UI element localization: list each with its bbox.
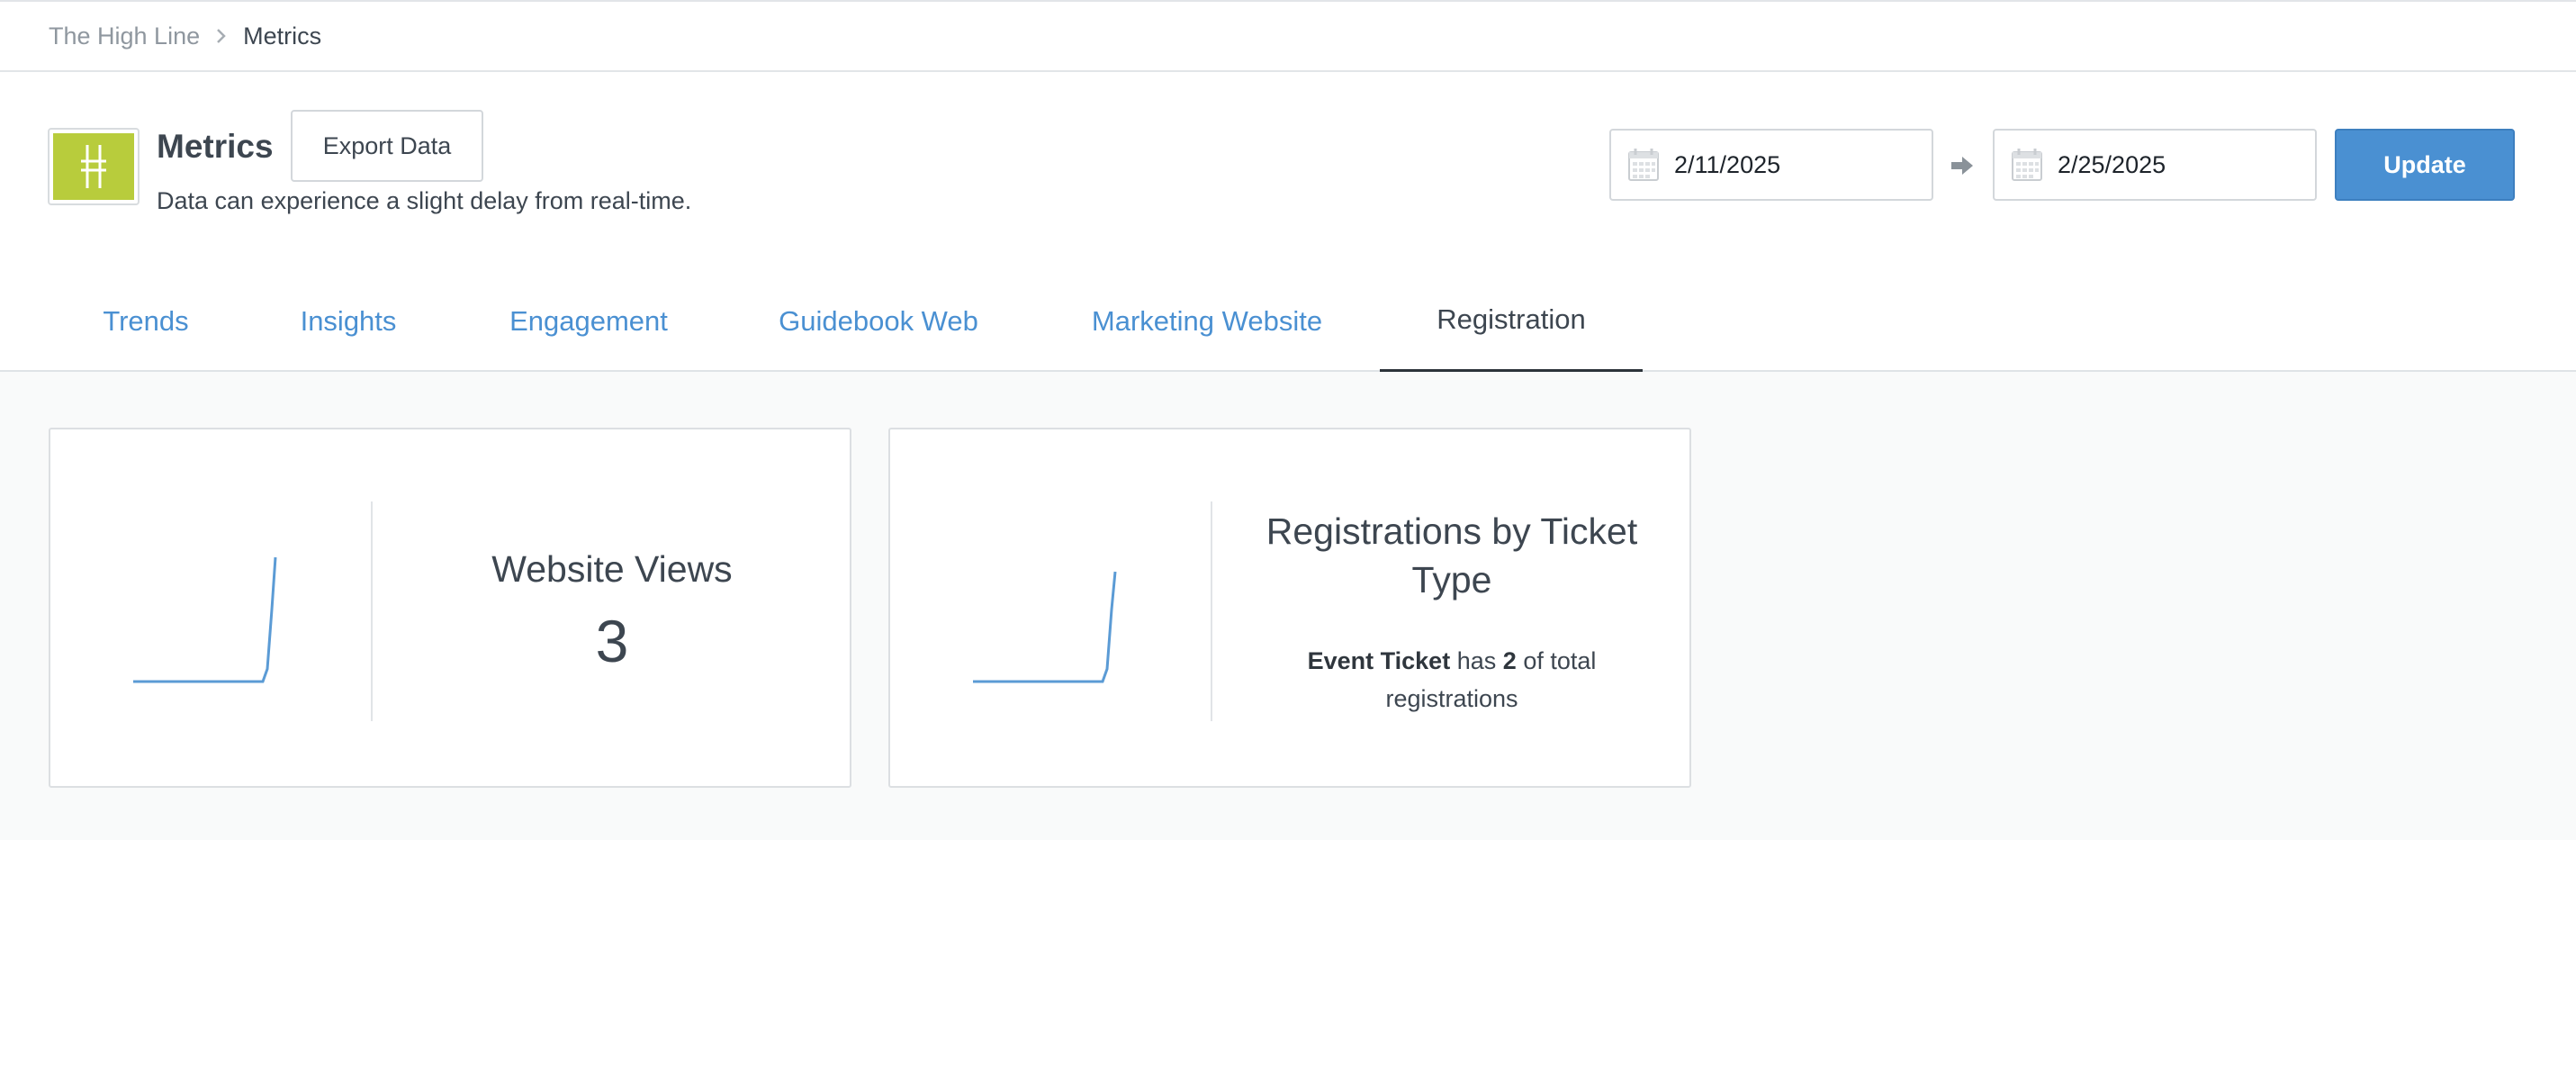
website-views-title: Website Views	[491, 548, 733, 590]
website-views-card: Website Views 3	[49, 428, 851, 788]
start-date-field[interactable]	[1609, 129, 1933, 201]
metrics-content: Website Views 3 Registrations by Ticket …	[0, 372, 2576, 840]
update-button[interactable]: Update	[2335, 129, 2515, 201]
has-text: has	[1456, 647, 1497, 674]
website-views-sparkline	[133, 556, 277, 683]
registrations-description: Event Ticket has 2 of total registration…	[1263, 642, 1641, 718]
tab-marketing-website[interactable]: Marketing Website	[1062, 270, 1352, 372]
metrics-tabs: Trends Insights Engagement Guidebook Web…	[0, 270, 2576, 372]
end-date-input[interactable]	[2058, 150, 2283, 179]
page-title: Metrics	[157, 128, 274, 165]
registrations-info: Registrations by Ticket Type Event Ticke…	[1212, 429, 1691, 790]
breadcrumb: The High Line Metrics	[0, 0, 2576, 72]
chevron-right-icon	[216, 28, 227, 44]
tab-guidebook-web[interactable]: Guidebook Web	[751, 270, 1006, 372]
tab-engagement[interactable]: Engagement	[481, 270, 697, 372]
tab-registration[interactable]: Registration	[1380, 270, 1643, 372]
website-views-info: Website Views 3	[373, 429, 851, 790]
registrations-by-ticket-card: Registrations by Ticket Type Event Ticke…	[888, 428, 1691, 788]
breadcrumb-parent-link[interactable]: The High Line	[49, 23, 200, 50]
tab-trends[interactable]: Trends	[76, 270, 216, 372]
registrations-title: Registrations by Ticket Type	[1265, 510, 1638, 601]
calendar-icon	[2011, 148, 2043, 182]
page-header: Metrics Export Data Data can experience …	[0, 74, 2576, 270]
calendar-icon	[1627, 148, 1660, 182]
tab-insights[interactable]: Insights	[272, 270, 425, 372]
app-logo	[48, 128, 140, 205]
export-data-button[interactable]: Export Data	[291, 110, 483, 182]
high-line-logo-icon	[53, 133, 134, 200]
website-views-value: 3	[595, 608, 629, 674]
ticket-type-name: Event Ticket	[1307, 647, 1451, 674]
ticket-count: 2	[1502, 647, 1517, 674]
end-date-field[interactable]	[1993, 129, 2317, 201]
breadcrumb-current: Metrics	[243, 22, 322, 50]
start-date-input[interactable]	[1674, 150, 1899, 179]
arrow-right-icon	[1950, 155, 1975, 176]
page-subtitle: Data can experience a slight delay from …	[157, 187, 692, 214]
registrations-sparkline	[973, 571, 1117, 683]
